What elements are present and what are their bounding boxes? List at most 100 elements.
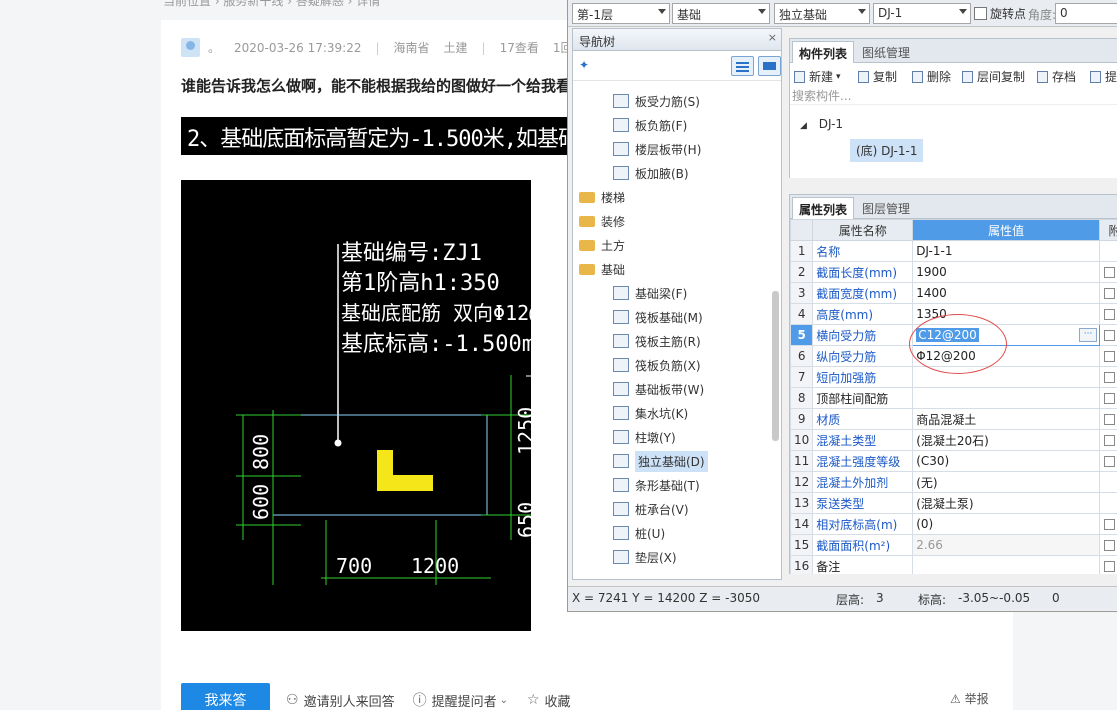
extract-button[interactable]: 提: [1090, 68, 1117, 85]
nav-tree-item[interactable]: 柱墩(Y): [613, 426, 676, 448]
property-name: 泵送类型: [812, 492, 914, 514]
tab-layer-manage[interactable]: 图层管理: [856, 197, 916, 219]
property-row[interactable]: 1 名称 DJ-1-1: [790, 240, 1117, 262]
type-combo[interactable]: 独立基础: [774, 3, 870, 24]
nav-tree-item[interactable]: 楼梯: [579, 186, 625, 208]
property-row[interactable]: 10 混凝土类型 (混凝土20石): [790, 429, 1117, 451]
property-row[interactable]: 12 混凝土外加剂 (无): [790, 471, 1117, 493]
close-icon[interactable]: ×: [768, 31, 777, 44]
collapse-arrow-icon[interactable]: ◢: [800, 121, 807, 131]
component-icon: [613, 454, 629, 468]
tab-drawing-manage[interactable]: 图纸管理: [856, 41, 916, 63]
answer-button[interactable]: 我来答: [181, 683, 270, 710]
component-icon: [613, 526, 629, 540]
property-checkbox[interactable]: [1104, 539, 1116, 551]
nav-tree-item[interactable]: 基础: [579, 258, 625, 280]
property-checkbox[interactable]: [1104, 308, 1116, 320]
property-value[interactable]: (混凝土泵): [912, 492, 1101, 514]
avatar[interactable]: [181, 38, 200, 57]
nav-tree-item[interactable]: 独立基础(D): [613, 450, 708, 472]
angle-input[interactable]: 0: [1055, 3, 1117, 24]
property-value[interactable]: (无): [912, 471, 1101, 493]
nav-tree-item[interactable]: 垫层(X): [613, 546, 677, 568]
property-name: 截面面积(m²): [812, 534, 914, 556]
nav-tree-item[interactable]: 桩(U): [613, 522, 665, 544]
property-checkbox[interactable]: [1104, 518, 1116, 530]
property-checkbox[interactable]: [1104, 434, 1116, 446]
property-checkbox[interactable]: [1104, 560, 1116, 572]
tab-property-list[interactable]: 属性列表: [792, 197, 855, 219]
cad-drawing-image[interactable]: 基础编号:ZJ1 第1阶高h1:350 基础底配筋 双向Φ12@200 基底标高…: [181, 180, 531, 631]
nav-tree-item[interactable]: 基础梁(F): [613, 282, 687, 304]
property-value[interactable]: 1400: [912, 282, 1101, 304]
nav-tree-item[interactable]: 条形基础(T): [613, 474, 700, 496]
property-row[interactable]: 11 混凝土强度等级 (C30): [790, 450, 1117, 472]
sparkle-icon[interactable]: ✦: [579, 58, 589, 72]
report-link[interactable]: ⚠ 举报: [950, 690, 989, 707]
property-index: 7: [790, 366, 814, 388]
tree-child-item[interactable]: (底) DJ-1-1: [850, 139, 924, 162]
property-value[interactable]: 1900: [912, 261, 1101, 283]
property-value[interactable]: [912, 387, 1101, 409]
list-view-button[interactable]: [731, 56, 754, 76]
nav-tree-item[interactable]: 筏板基础(M): [613, 306, 703, 328]
nav-tree-item[interactable]: 板加腋(B): [613, 162, 689, 184]
favorite-link[interactable]: ☆ 收藏: [527, 691, 571, 710]
property-row[interactable]: 9 材质 商品混凝土: [790, 408, 1117, 430]
property-row[interactable]: 14 相对底标高(m) (0): [790, 513, 1117, 535]
component-icon: [613, 166, 629, 180]
remind-link[interactable]: ⓘ 提醒提问者 ⌄: [413, 690, 513, 710]
nav-tree-item[interactable]: 桩承台(V): [613, 498, 689, 520]
property-row[interactable]: 8 顶部柱间配筋: [790, 387, 1117, 409]
tree-root-item[interactable]: ◢ DJ-1: [800, 117, 843, 131]
property-checkbox[interactable]: [1104, 287, 1116, 299]
property-row[interactable]: 15 截面面积(m²) 2.66: [790, 534, 1117, 556]
invite-link[interactable]: ⚇ 邀请别人来回答: [286, 691, 395, 710]
nav-tree-item[interactable]: 基础板带(W): [613, 378, 704, 400]
property-value[interactable]: DJ-1-1: [912, 240, 1101, 262]
property-checkbox[interactable]: [1104, 329, 1116, 341]
floor-combo[interactable]: 第-1层: [572, 3, 670, 24]
nav-tree-item[interactable]: 板负筋(F): [613, 114, 687, 136]
tab-component-list[interactable]: 构件列表: [792, 41, 855, 63]
delete-button[interactable]: 删除: [912, 68, 951, 85]
nav-tree-item[interactable]: 土方: [579, 234, 625, 256]
component-search-input[interactable]: 搜索构件...: [790, 87, 1117, 105]
property-extra-cell: [1099, 534, 1117, 556]
property-checkbox[interactable]: [1104, 392, 1116, 404]
nav-scrollbar[interactable]: [772, 291, 779, 441]
property-value[interactable]: (C30): [912, 450, 1101, 472]
save-button[interactable]: 存档: [1037, 68, 1076, 85]
property-checkbox[interactable]: [1104, 455, 1116, 467]
category-combo[interactable]: 基础: [672, 3, 770, 24]
floor-copy-button[interactable]: 层间复制: [962, 68, 1025, 85]
property-value[interactable]: 商品混凝土: [912, 408, 1101, 430]
grid-view-button[interactable]: [758, 56, 781, 76]
component-combo[interactable]: DJ-1: [873, 3, 971, 24]
property-checkbox[interactable]: [1104, 350, 1116, 362]
nav-tree-item[interactable]: 集水坑(K): [613, 402, 688, 424]
nav-tree-item[interactable]: 楼层板带(H): [613, 138, 701, 160]
property-value[interactable]: 2.66: [912, 534, 1101, 556]
nav-tree-item[interactable]: 装修: [579, 210, 625, 232]
nav-tree-item[interactable]: 板受力筋(S): [613, 90, 700, 112]
property-row[interactable]: 16 备注: [790, 555, 1117, 574]
nav-tree-item[interactable]: 筏板负筋(X): [613, 354, 701, 376]
property-value[interactable]: [912, 555, 1101, 574]
property-row[interactable]: 2 截面长度(mm) 1900: [790, 261, 1117, 283]
ellipsis-button[interactable]: ···: [1079, 328, 1098, 342]
author-name[interactable]: 。: [208, 39, 220, 56]
copy-button[interactable]: 复制: [858, 68, 897, 85]
new-button[interactable]: 新建 ▾: [794, 68, 841, 85]
nav-tree-item[interactable]: 筏板主筋(R): [613, 330, 701, 352]
nav-tree-list: 板受力筋(S) 板负筋(F) 楼层板带(H) 板加腋(B) 楼梯 装修 土方 基础 基础梁(F)…: [573, 86, 773, 581]
property-value[interactable]: (0): [912, 513, 1101, 535]
rotate-point-checkbox[interactable]: 旋转点: [974, 5, 1026, 22]
property-checkbox[interactable]: [1104, 266, 1116, 278]
property-value[interactable]: (混凝土20石): [912, 429, 1101, 451]
property-checkbox[interactable]: [1104, 371, 1116, 383]
property-checkbox[interactable]: [1104, 413, 1116, 425]
property-row[interactable]: 13 泵送类型 (混凝土泵): [790, 492, 1117, 514]
property-row[interactable]: 3 截面宽度(mm) 1400: [790, 282, 1117, 304]
property-index: 12: [790, 471, 814, 493]
